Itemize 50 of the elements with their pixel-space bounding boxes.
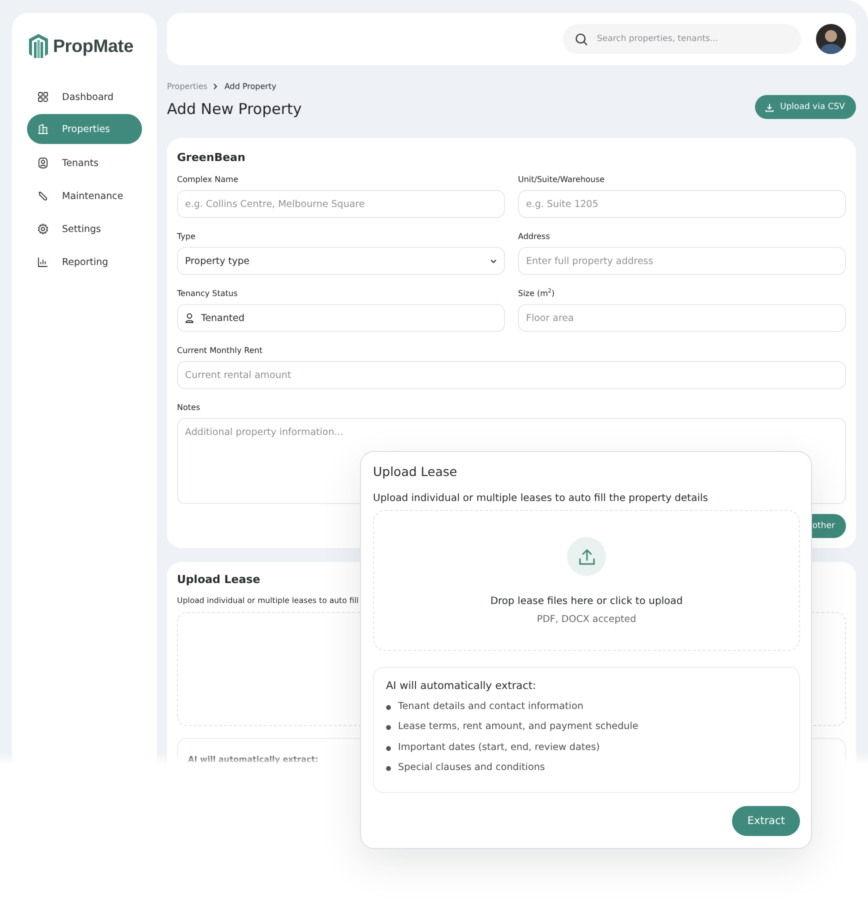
person-icon: [185, 313, 194, 323]
nav-icon: [37, 256, 49, 268]
modal-title: Upload Lease: [373, 464, 458, 479]
nav-item[interactable]: Tenants: [27, 147, 142, 179]
user-avatar[interactable]: [816, 24, 846, 54]
field-label: Unit/Suite/Warehouse: [518, 175, 606, 185]
field-label: Type: [177, 232, 196, 242]
text-field[interactable]: Enter full property address: [518, 247, 846, 275]
nav-icon: [37, 123, 49, 135]
nav-icon: [37, 91, 49, 103]
nav-item[interactable]: Dashboard: [27, 81, 142, 113]
form-heading: GreenBean: [177, 151, 246, 164]
extract-button[interactable]: Extract: [732, 806, 800, 836]
search-icon: [575, 32, 588, 46]
field-label: Complex Name: [177, 175, 240, 185]
field-label: Address: [518, 232, 551, 242]
status-field[interactable]: Tenanted: [177, 304, 505, 332]
nav-item[interactable]: Maintenance: [27, 180, 142, 212]
page-title: Add New Property: [167, 100, 302, 118]
drop-text: Drop lease files here or click to upload: [490, 596, 683, 607]
breadcrumb-link[interactable]: Add Property: [224, 82, 276, 91]
chevron-icon: [213, 83, 218, 90]
field-label: Tenancy Status: [177, 289, 239, 299]
extract-heading: AI will automatically extract:: [386, 680, 537, 692]
modal-subtitle: Upload individual or multiple leases to auto fill the property details: [373, 493, 709, 504]
field-label: Notes: [177, 403, 202, 413]
nav-item[interactable]: Reporting: [27, 246, 142, 278]
text-field[interactable]: e.g. Suite 1205: [518, 190, 846, 218]
upload-icon: [567, 537, 606, 576]
upload-csv-button[interactable]: Upload via CSV: [755, 95, 856, 119]
caret-icon: [490, 258, 497, 264]
drop-hint: PDF, DOCX accepted: [536, 614, 636, 625]
extract-heading: AI will automatically extract:: [188, 755, 318, 764]
type-dropdown[interactable]: Property type: [177, 247, 505, 275]
nav-icon: [37, 157, 49, 169]
nav-item[interactable]: Properties: [27, 114, 142, 144]
text-field[interactable]: Current rental amount: [177, 361, 846, 389]
field-label: Size (m$^{2}$): [518, 289, 556, 299]
search-field[interactable]: Search properties, tenants...: [563, 24, 801, 54]
field-label: Current Monthly Rent: [177, 346, 264, 356]
section-title: Upload Lease: [177, 573, 262, 586]
nav-icon: [37, 190, 49, 202]
download-icon: [765, 102, 774, 112]
nav-icon: [37, 223, 49, 235]
app-logo: PropMate: [53, 36, 134, 56]
text-field[interactable]: e.g. Collins Centre, Melbourne Square: [177, 190, 505, 218]
drop-zone[interactable]: Drop lease files here or click to upload PDF, DOCX accepted: [373, 510, 800, 651]
text-field[interactable]: Floor area: [518, 304, 846, 332]
logo-icon: [28, 33, 49, 59]
nav-item[interactable]: Settings: [27, 213, 142, 245]
